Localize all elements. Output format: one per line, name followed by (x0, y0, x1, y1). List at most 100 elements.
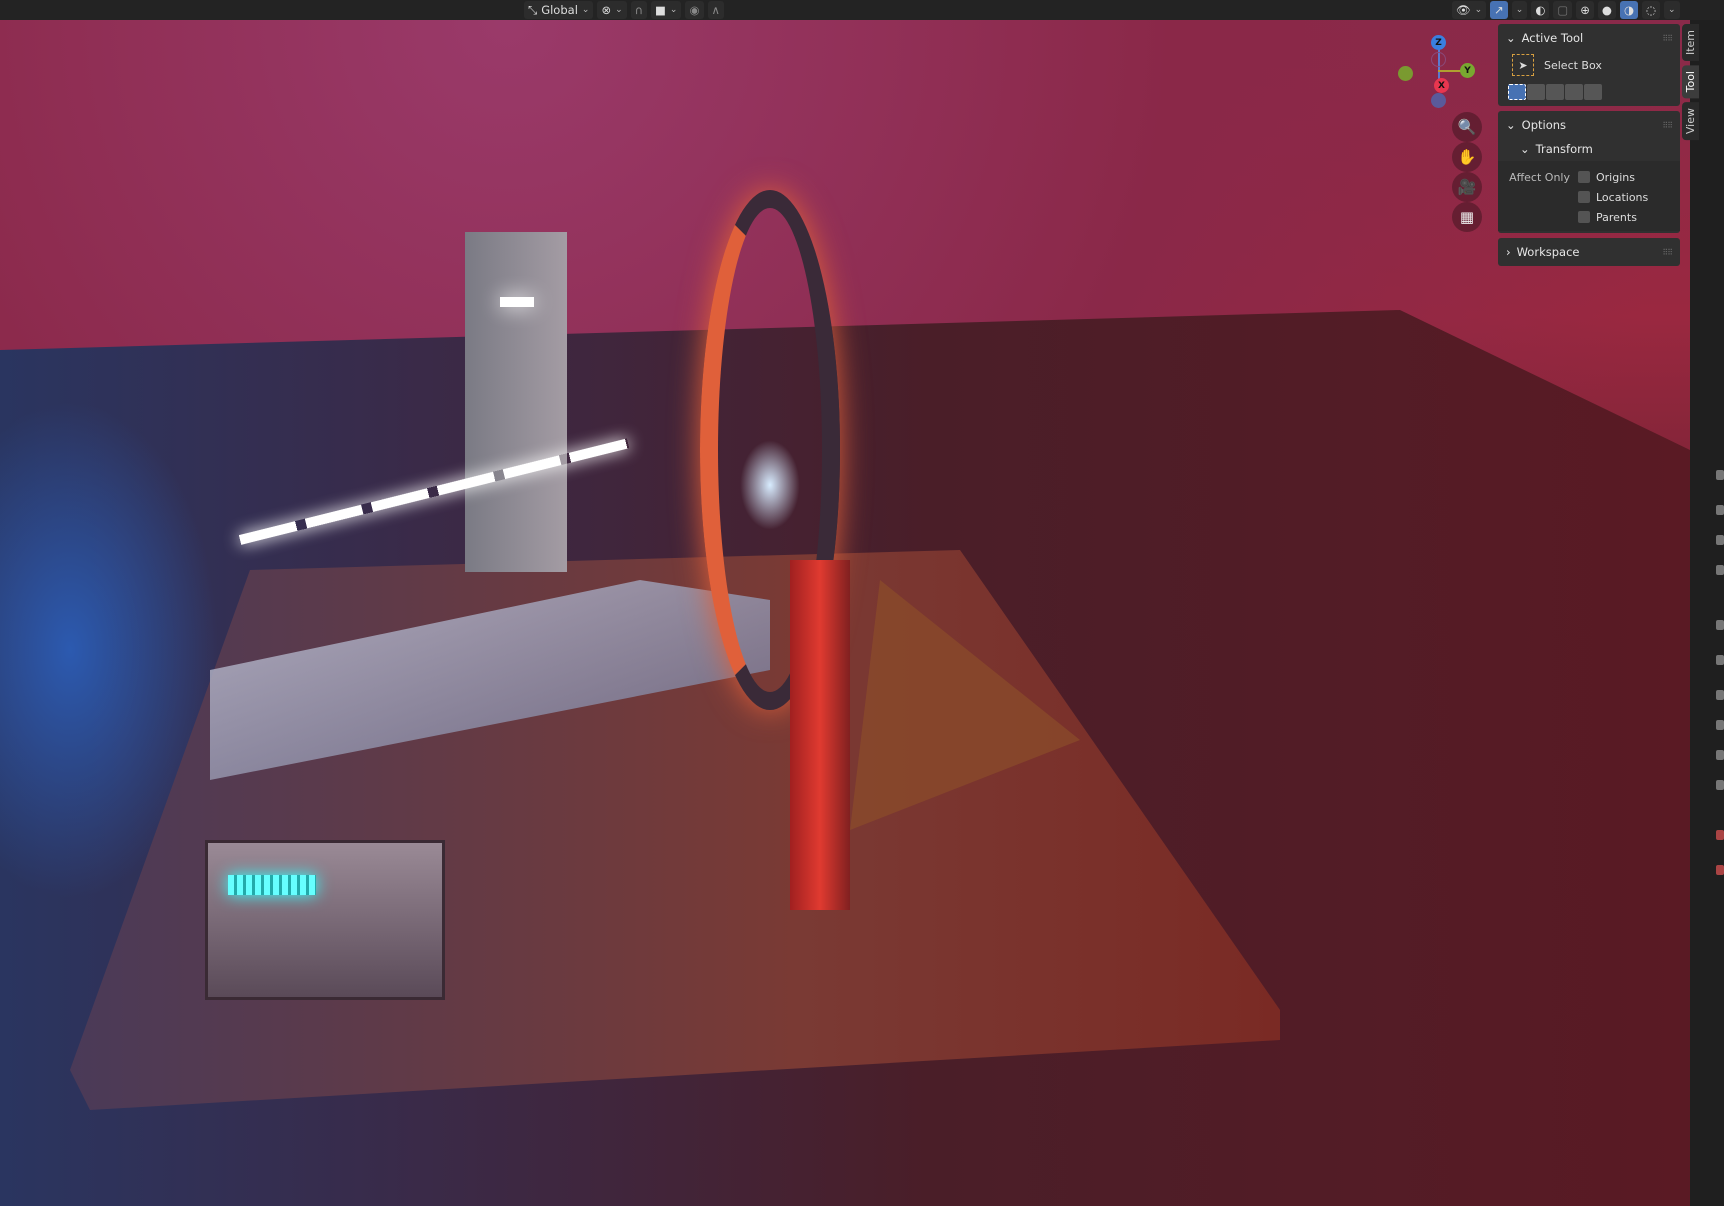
chevron-down-icon: ⌄ (1474, 5, 1483, 15)
properties-tab-icon[interactable] (1716, 720, 1724, 730)
locations-label: Locations (1596, 190, 1649, 204)
transform-orientation-icon: ⤡ (528, 2, 538, 17)
viewport-header: ⤡ Global ⌄ ⊗ ⌄ ∩ ■ ⌄ ◉ ∧ 👁 ⌄ ↗ ⌄ ◐ ▢ ⊕ ● ◑ … (0, 0, 1724, 20)
chevron-down-icon: ⌄ (581, 5, 590, 15)
proportional-edit-toggle[interactable]: ◉ (685, 1, 704, 19)
material-shading-button[interactable]: ◑ (1619, 1, 1638, 19)
camera-icon: 🎥 (1457, 178, 1477, 196)
gizmo-neg-x-axis[interactable] (1431, 93, 1446, 108)
properties-tab-icon[interactable] (1716, 865, 1724, 875)
rendered-shading-icon: ◌ (1646, 3, 1657, 17)
drag-handle-icon[interactable]: ⠿⠿ (1662, 248, 1673, 257)
snap-target-dropdown[interactable]: ■ ⌄ (651, 1, 682, 19)
solid-shading-icon: ● (1601, 3, 1612, 17)
gizmo-x-axis[interactable]: X (1434, 78, 1449, 93)
generator-lights (228, 875, 316, 895)
sidebar-tabs: Item Tool View (1682, 24, 1700, 145)
falloff-dropdown[interactable]: ∧ (707, 1, 724, 19)
select-box-icon[interactable]: ➤ (1512, 54, 1534, 76)
pivot-icon: ⊗ (601, 3, 612, 17)
shading-dropdown[interactable]: ⌄ (1664, 1, 1680, 19)
properties-tab-icon[interactable] (1716, 535, 1724, 545)
transform-subheader[interactable]: ⌄ Transform (1498, 137, 1680, 161)
active-tool-section: ⌄ Active Tool ⠿⠿ ➤ Select Box (1498, 24, 1680, 106)
mode-extend-button[interactable] (1527, 84, 1545, 100)
wireframe-shading-icon: ⊕ (1580, 3, 1590, 17)
gizmo-neg-y-axis[interactable] (1398, 66, 1413, 81)
section-title: Options (1521, 118, 1567, 132)
properties-tab-icon[interactable] (1716, 690, 1724, 700)
properties-tab-icon[interactable] (1716, 750, 1724, 760)
grid-icon: ▦ (1459, 208, 1475, 226)
orientation-label: Global (541, 3, 578, 17)
overlay-icon: ◐ (1535, 3, 1546, 17)
rendered-shading-button[interactable]: ◌ (1642, 1, 1661, 19)
zoom-icon: 🔍 (1457, 118, 1477, 136)
properties-tab-icon[interactable] (1716, 830, 1724, 840)
tower-lamp (500, 297, 534, 307)
xray-icon: ▢ (1557, 3, 1569, 17)
chevron-down-icon: ⌄ (1515, 5, 1524, 15)
transform-orientation-dropdown[interactable]: ⤡ Global ⌄ (524, 1, 594, 19)
workspace-header[interactable]: › Workspace ⠿⠿ (1498, 240, 1680, 264)
mode-intersect-button[interactable] (1584, 84, 1602, 100)
tab-item[interactable]: Item (1682, 24, 1699, 62)
chevron-down-icon: ⌄ (615, 5, 623, 15)
gizmo-icon: ↗ (1494, 3, 1504, 17)
chevron-down-icon: ⌄ (1506, 118, 1516, 132)
xray-toggle[interactable]: ▢ (1553, 1, 1573, 19)
gizmo-y-axis[interactable]: Y (1460, 63, 1475, 78)
pan-button[interactable]: ✋ (1452, 142, 1482, 172)
chevron-right-icon: › (1506, 245, 1511, 259)
workspace-section: › Workspace ⠿⠿ (1498, 238, 1680, 266)
origins-checkbox[interactable] (1578, 171, 1590, 183)
active-tool-header[interactable]: ⌄ Active Tool ⠿⠿ (1498, 26, 1680, 50)
mode-subtract-button[interactable] (1546, 84, 1564, 100)
sidebar-panel: ⌄ Active Tool ⠿⠿ ➤ Select Box ⌄ Options ⠿⠿ ⌄… (1498, 24, 1680, 271)
mode-invert-button[interactable] (1565, 84, 1583, 100)
drag-handle-icon[interactable]: ⠿⠿ (1662, 121, 1673, 130)
origins-label: Origins (1596, 170, 1635, 184)
generator-box (205, 840, 445, 1000)
snap-icon: ∩ (634, 3, 644, 17)
properties-tab-icon[interactable] (1716, 655, 1724, 665)
properties-tab-icon[interactable] (1716, 505, 1724, 515)
solid-shading-button[interactable]: ● (1597, 1, 1616, 19)
gizmo-neg-z-axis[interactable] (1431, 52, 1446, 67)
properties-editor-edge (1690, 20, 1724, 1206)
falloff-icon: ∧ (711, 3, 720, 17)
tab-tool[interactable]: Tool (1682, 65, 1699, 99)
affect-only-label: Affect Only (1509, 170, 1570, 184)
3d-viewport[interactable] (0, 20, 1690, 1206)
options-section: ⌄ Options ⠿⠿ ⌄ Transform Affect Only Origins… (1498, 111, 1680, 233)
snap-toggle[interactable]: ∩ (630, 1, 648, 19)
drag-handle-icon[interactable]: ⠿⠿ (1662, 34, 1673, 43)
wireframe-shading-button[interactable]: ⊕ (1576, 1, 1594, 19)
gizmo-dropdown[interactable]: ⌄ (1511, 1, 1528, 19)
visibility-dropdown[interactable]: 👁 ⌄ (1452, 1, 1487, 19)
tab-view[interactable]: View (1682, 102, 1699, 141)
parents-label: Parents (1596, 210, 1637, 224)
gizmo-toggle[interactable]: ↗ (1490, 1, 1508, 19)
properties-tab-icon[interactable] (1716, 620, 1724, 630)
chevron-down-icon: ⌄ (669, 5, 678, 15)
pivot-point-dropdown[interactable]: ⊗ ⌄ (597, 1, 627, 19)
chevron-down-icon: ⌄ (1668, 5, 1676, 15)
properties-tab-icon[interactable] (1716, 470, 1724, 480)
options-header[interactable]: ⌄ Options ⠿⠿ (1498, 113, 1680, 137)
section-title: Active Tool (1521, 31, 1584, 45)
overlay-toggle[interactable]: ◐ (1531, 1, 1550, 19)
perspective-toggle-button[interactable]: ▦ (1452, 202, 1482, 232)
gizmo-z-axis[interactable]: Z (1431, 35, 1446, 50)
zoom-button[interactable]: 🔍 (1452, 112, 1482, 142)
snap-target-icon: ■ (655, 3, 666, 17)
camera-view-button[interactable]: 🎥 (1452, 172, 1482, 202)
mode-set-button[interactable] (1508, 84, 1526, 100)
visibility-icon: 👁 (1456, 3, 1471, 17)
properties-tab-icon[interactable] (1716, 565, 1724, 575)
locations-checkbox[interactable] (1578, 191, 1590, 203)
section-title: Workspace (1516, 245, 1580, 259)
parents-checkbox[interactable] (1578, 211, 1590, 223)
hand-icon: ✋ (1457, 148, 1477, 166)
properties-tab-icon[interactable] (1716, 780, 1724, 790)
